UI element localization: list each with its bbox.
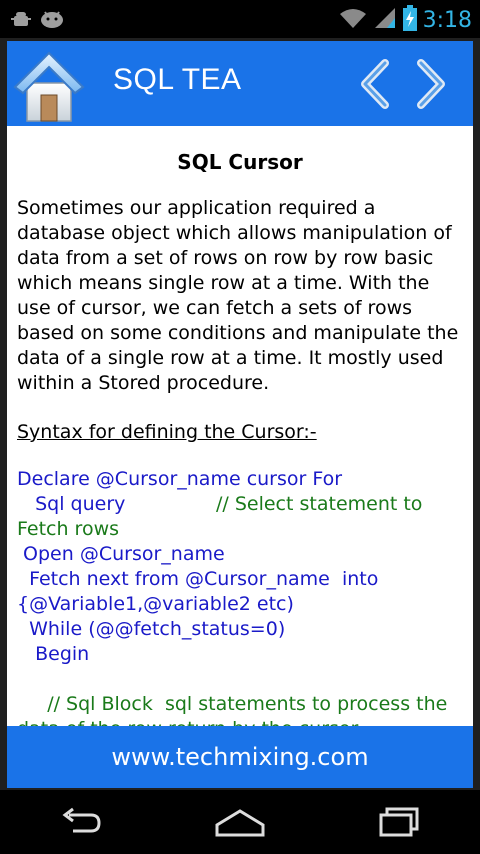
code-comment: Fetch rows [17, 518, 120, 540]
next-button[interactable] [413, 59, 449, 109]
home-icon [13, 51, 85, 122]
paragraph-line: based on some conditions and manipulate … [17, 322, 459, 344]
paragraph-line: within a Stored procedure. [17, 372, 270, 394]
article-content[interactable]: SQL Cursor Sometimes our application req… [7, 126, 473, 726]
code-line: Sql query // Select statement to [17, 492, 467, 517]
code-line: Open @Cursor_name [17, 543, 225, 565]
code-block: Declare @Cursor_name cursor For Sql quer… [17, 467, 467, 726]
code-line: {@Variable1,@variable2 etc) [17, 593, 294, 615]
recents-button[interactable] [370, 802, 430, 842]
chevron-right-icon [417, 59, 445, 109]
system-nav-bar [0, 790, 480, 854]
article-heading: SQL Cursor [177, 150, 303, 174]
clock: 3:18 [422, 7, 472, 33]
wifi-icon [339, 6, 367, 34]
footer-link[interactable]: www.techmixing.com [7, 726, 473, 788]
code-comment: // Sql Block sql statements to process t… [17, 693, 448, 715]
home-nav-button[interactable] [210, 802, 270, 842]
battery-charging-icon [402, 5, 417, 35]
article-paragraph: Sometimes our application required a dat… [17, 196, 467, 396]
code-line: Begin [17, 643, 90, 665]
app-header: SQL TEA [7, 41, 473, 126]
code-comment: data of the row return by the cursor [17, 717, 467, 726]
home-button[interactable] [13, 47, 85, 123]
android-icon [40, 8, 64, 34]
code-line: Fetch next from @Cursor_name into [17, 568, 379, 590]
home-nav-icon [215, 809, 265, 837]
paragraph-line: data of a single row at a time. It mostl… [17, 347, 444, 369]
code-comment: // Select statement to [216, 493, 423, 515]
signal-icon [373, 6, 397, 34]
paragraph-line: which means single row at a time. With t… [17, 272, 430, 294]
recents-icon [379, 807, 419, 837]
paragraph-line: Sometimes our application required a [17, 197, 376, 219]
paragraph-line: database object which allows manipulatio… [17, 222, 452, 244]
back-icon [62, 807, 101, 833]
chevron-left-icon [361, 59, 389, 109]
previous-button[interactable] [357, 59, 393, 109]
status-bar: 3:18 [0, 0, 480, 38]
paragraph-line: use of cursor, we can fetch a sets of ro… [17, 297, 413, 319]
code-line: Declare @Cursor_name cursor For [17, 468, 343, 490]
back-button[interactable] [50, 802, 110, 842]
code-line: While (@@fetch_status=0) [17, 618, 286, 640]
android-debug-icon [10, 8, 32, 34]
paragraph-line: data from a set of rows on row by row ba… [17, 247, 434, 269]
syntax-label: Syntax for defining the Cursor:- [17, 421, 317, 443]
code-segment: Sql query [17, 493, 216, 515]
app-title: SQL TEA [113, 63, 242, 96]
app-window: SQL TEA SQL Cursor Sometimes our applica… [0, 38, 480, 790]
